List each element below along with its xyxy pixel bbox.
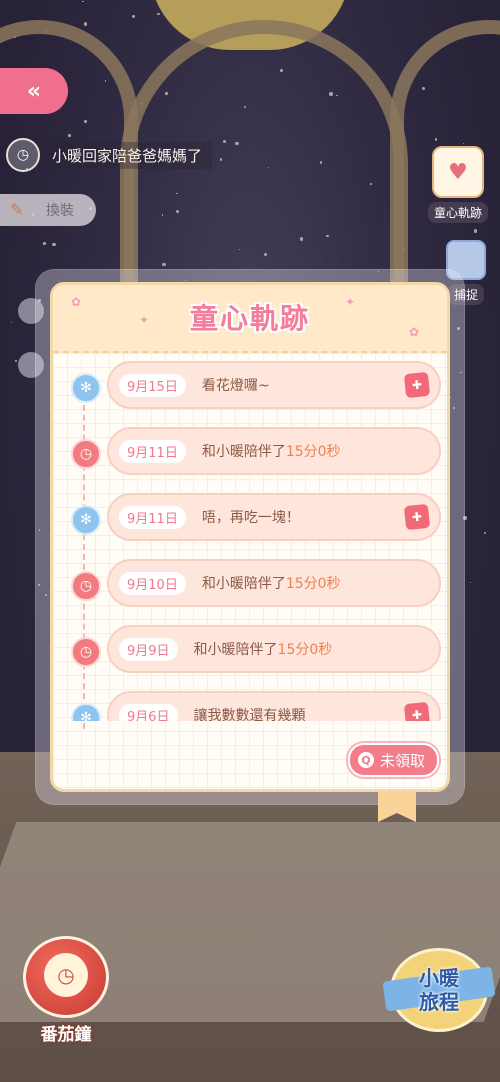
entry-text: 看花燈囉~: [201, 378, 270, 394]
entry-bubble: 9月6日 讓我數數還有幾顆 ✚: [107, 691, 441, 721]
list-item: ◷ 9月10日 和小暖陪伴了15分0秒: [53, 559, 447, 609]
entry-text: 和小暖陪伴了15分0秒: [194, 639, 333, 659]
entry-date: 9月10日: [119, 571, 186, 595]
entry-date: 9月11日: [119, 505, 186, 529]
journey-label-line-1: 小暖: [419, 966, 459, 990]
snowflake-icon: ✻: [71, 373, 101, 403]
timeline-list[interactable]: ✻ 9月15日 看花燈囉~ ✚ ◷ 9月11日 和小暖陪伴了15分0秒 ✻ 9月…: [53, 361, 447, 721]
reward-card-icon[interactable]: ✚: [403, 701, 431, 721]
clock-face-icon: ◷: [44, 953, 88, 997]
entry-text: 讓我數數還有幾顆: [193, 708, 306, 721]
entry-text: 和小暖陪伴了15分0秒: [202, 573, 341, 593]
entry-date: 9月6日: [119, 703, 178, 721]
entry-text-prefix: 和小暖陪伴了: [201, 576, 286, 592]
entry-duration: 15分0秒: [277, 642, 333, 658]
dress-up-button[interactable]: ✎ 換裝: [0, 194, 96, 226]
entry-duration: 15分0秒: [285, 444, 341, 460]
clock-icon: ◷: [6, 138, 40, 172]
clock-icon: ◷: [71, 439, 101, 469]
snowflake-icon: ✻: [71, 703, 101, 721]
snowflake-icon: ✻: [71, 505, 101, 535]
entry-text: 和小暖陪伴了15分0秒: [202, 441, 341, 461]
back-button[interactable]: «: [0, 68, 68, 114]
search-icon: Q: [357, 752, 374, 768]
journey-label: 小暖 旅程: [419, 966, 459, 1014]
childhood-track-button[interactable]: ♥ 童心軌跡: [428, 146, 489, 226]
calendar-heart-icon: ♥: [432, 146, 484, 198]
pomodoro-button[interactable]: ◷ 番茄鐘: [18, 936, 114, 1046]
entry-text-prefix: 和小暖陪伴了: [201, 444, 286, 460]
dialog-header: ✿ ✦ ✦ ✿ 童心軌跡: [53, 285, 447, 353]
unclaimed-label: 未領取: [379, 751, 425, 770]
tomato-clock-icon: ◷: [23, 936, 109, 1018]
list-item: ◷ 9月9日 和小暖陪伴了15分0秒: [53, 625, 447, 675]
unclaimed-filter-button[interactable]: Q 未領取: [347, 743, 439, 777]
dress-up-label: 換裝: [46, 203, 74, 219]
clock-icon: ◷: [71, 571, 101, 601]
entry-bubble: 9月9日 和小暖陪伴了15分0秒: [107, 625, 441, 673]
double-chevron-left-icon: «: [26, 78, 42, 104]
clock-icon: ◷: [71, 637, 101, 667]
entry-date: 9月9日: [119, 637, 178, 661]
entry-bubble: 9月10日 和小暖陪伴了15分0秒: [107, 559, 441, 607]
list-item: ✻ 9月6日 讓我數數還有幾顆 ✚: [53, 691, 447, 721]
list-item: ✻ 9月15日 看花燈囉~ ✚: [53, 361, 447, 411]
list-item: ✻ 9月11日 唔，再吃一塊！ ✚: [53, 493, 447, 543]
notice-text: 小暖回家陪爸爸媽媽了: [48, 141, 213, 169]
entry-date: 9月11日: [119, 439, 186, 463]
entry-bubble: 9月11日 和小暖陪伴了15分0秒: [107, 427, 441, 475]
dialog-title: 童心軌跡: [189, 302, 310, 335]
journey-button[interactable]: 小暖 旅程: [382, 940, 496, 1040]
list-item: ◷ 9月11日 和小暖陪伴了15分0秒: [53, 427, 447, 477]
status-notice: ◷ 小暖回家陪爸爸媽媽了: [6, 138, 213, 172]
pomodoro-label: 番茄鐘: [40, 1025, 92, 1045]
entry-date: 9月15日: [119, 373, 186, 397]
reward-card-icon[interactable]: ✚: [403, 371, 431, 399]
dialog-card: ✿ ✦ ✦ ✿ 童心軌跡 ✻ 9月15日 看花燈囉~ ✚ ◷ 9月11日 和小暖…: [50, 282, 450, 792]
journey-label-line-2: 旅程: [419, 990, 459, 1014]
entry-text: 唔，再吃一塊！: [201, 510, 300, 526]
reward-card-icon[interactable]: ✚: [403, 503, 431, 531]
brush-icon: ✎: [10, 200, 24, 219]
childhood-track-label: 童心軌跡: [428, 202, 489, 223]
entry-duration: 15分0秒: [285, 576, 341, 592]
entry-text-prefix: 和小暖陪伴了: [193, 642, 278, 658]
entry-bubble: 9月11日 唔，再吃一塊！ ✚: [107, 493, 441, 541]
childhood-track-dialog: ✿ ✦ ✦ ✿ 童心軌跡 ✻ 9月15日 看花燈囉~ ✚ ◷ 9月11日 和小暖…: [36, 270, 464, 822]
entry-bubble: 9月15日 看花燈囉~ ✚: [107, 361, 441, 409]
